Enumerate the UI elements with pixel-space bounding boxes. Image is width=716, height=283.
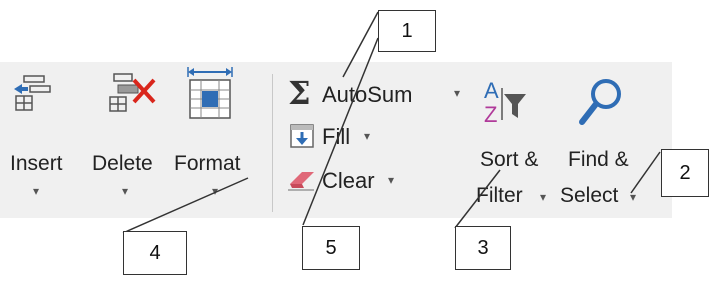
callout-3: 3 [455,226,511,270]
callout-1: 1 [378,10,436,52]
callout-2: 2 [661,149,709,197]
callout-4: 4 [123,231,187,275]
callout-5: 5 [302,226,360,270]
